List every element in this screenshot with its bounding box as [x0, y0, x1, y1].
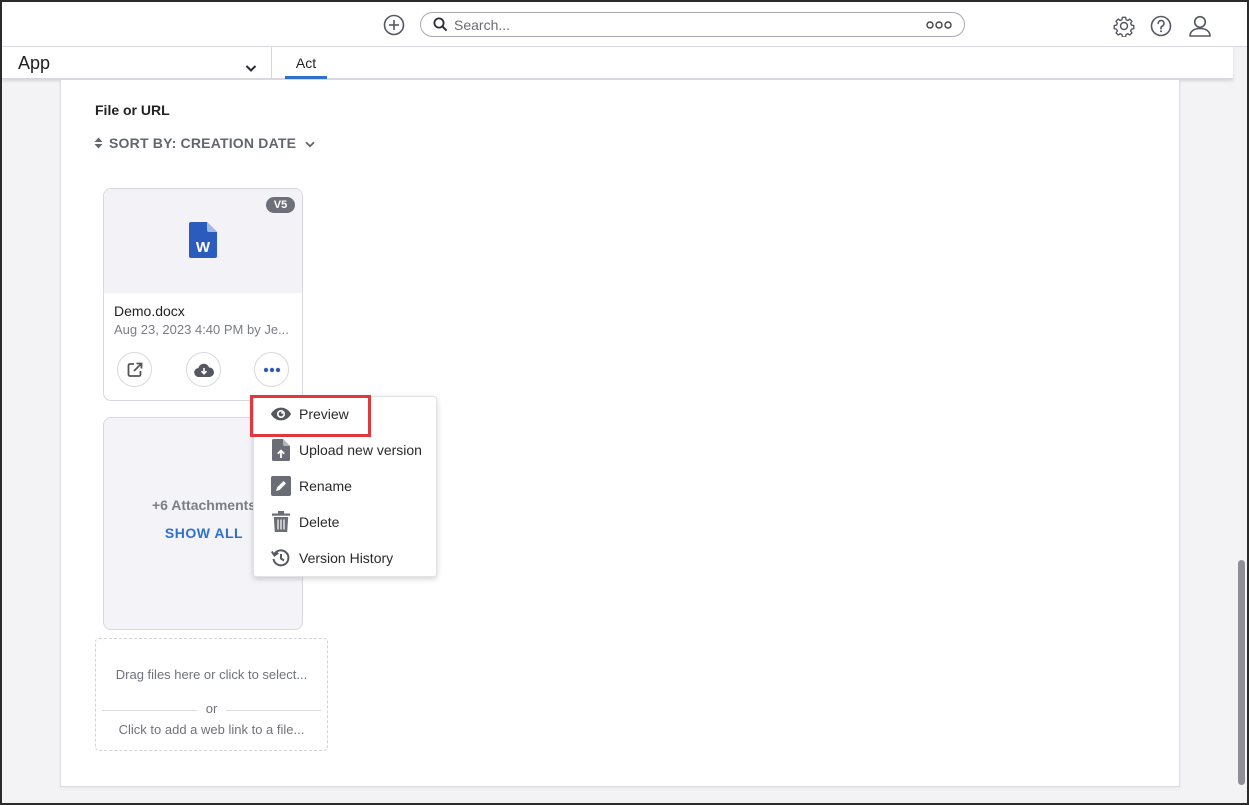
search-icon: [433, 17, 448, 32]
file-name[interactable]: Demo.docx: [114, 303, 185, 319]
file-context-menu: Preview Upload new version Rename Delete…: [253, 396, 437, 577]
svg-text:W: W: [196, 239, 211, 256]
add-button[interactable]: [382, 13, 406, 37]
menu-item-label: Rename: [299, 478, 352, 494]
file-dropzone[interactable]: Drag files here or click to select... or…: [95, 638, 328, 751]
help-icon: [1150, 15, 1172, 37]
scrollbar-thumb[interactable]: [1238, 560, 1245, 785]
download-button[interactable]: [186, 352, 221, 387]
menu-item-delete[interactable]: Delete: [254, 505, 436, 539]
eye-icon: [270, 403, 292, 425]
menu-item-label: Preview: [299, 406, 349, 422]
chevron-down-icon: [305, 135, 315, 151]
word-document-icon: W: [189, 222, 217, 258]
help-button[interactable]: [1149, 14, 1173, 38]
file-meta: Aug 23, 2023 4:40 PM by Je...: [114, 322, 289, 337]
sort-icon: [94, 137, 103, 149]
attachments-panel: File or URL SORT BY: CREATION DATE V5 W …: [60, 80, 1180, 787]
app-selector[interactable]: App: [2, 47, 272, 79]
trash-icon: [270, 511, 292, 533]
menu-item-version-history[interactable]: Version History: [254, 541, 436, 575]
sort-label: SORT BY: CREATION DATE: [109, 135, 297, 151]
user-icon: [1189, 15, 1211, 37]
open-external-button[interactable]: [117, 352, 152, 387]
more-actions-button[interactable]: [254, 352, 289, 387]
menu-item-upload-new-version[interactable]: Upload new version: [254, 433, 436, 467]
file-card[interactable]: V5 W Demo.docx Aug 23, 2023 4:40 PM by J…: [103, 188, 303, 401]
history-icon: [270, 547, 292, 569]
file-thumbnail[interactable]: V5 W: [104, 189, 302, 293]
dropzone-drag-text[interactable]: Drag files here or click to select...: [96, 667, 327, 682]
tab-act-label: Act: [295, 55, 317, 71]
external-link-icon: [127, 362, 142, 377]
gear-icon: [1113, 16, 1135, 37]
app-selector-label: App: [18, 52, 51, 73]
search-box[interactable]: [420, 12, 965, 37]
search-options-button[interactable]: [926, 18, 952, 36]
menu-item-rename[interactable]: Rename: [254, 469, 436, 503]
tab-act[interactable]: Act: [285, 47, 327, 79]
menu-item-label: Version History: [299, 550, 394, 566]
settings-button[interactable]: [1112, 14, 1136, 38]
menu-item-preview[interactable]: Preview: [254, 397, 436, 431]
menu-item-label: Upload new version: [299, 442, 422, 458]
dropzone-link-text[interactable]: Click to add a web link to a file...: [96, 722, 327, 737]
menu-item-label: Delete: [299, 514, 340, 530]
version-badge: V5: [266, 197, 295, 213]
profile-button[interactable]: [1187, 14, 1213, 38]
dropzone-or-text: or: [96, 701, 327, 716]
upload-file-icon: [270, 439, 292, 461]
cloud-download-icon: [193, 363, 214, 377]
chevron-down-icon: [245, 57, 257, 78]
more-options-icon: [926, 21, 952, 29]
section-title: File or URL: [95, 102, 170, 118]
sort-dropdown[interactable]: SORT BY: CREATION DATE: [94, 135, 315, 151]
plus-circle-icon: [383, 14, 405, 36]
pencil-icon: [270, 475, 292, 497]
top-navigation-bar: [2, 2, 1247, 47]
app-subbar: App Act: [2, 47, 1233, 79]
search-input[interactable]: [454, 16, 964, 33]
more-horizontal-icon: [263, 367, 280, 372]
